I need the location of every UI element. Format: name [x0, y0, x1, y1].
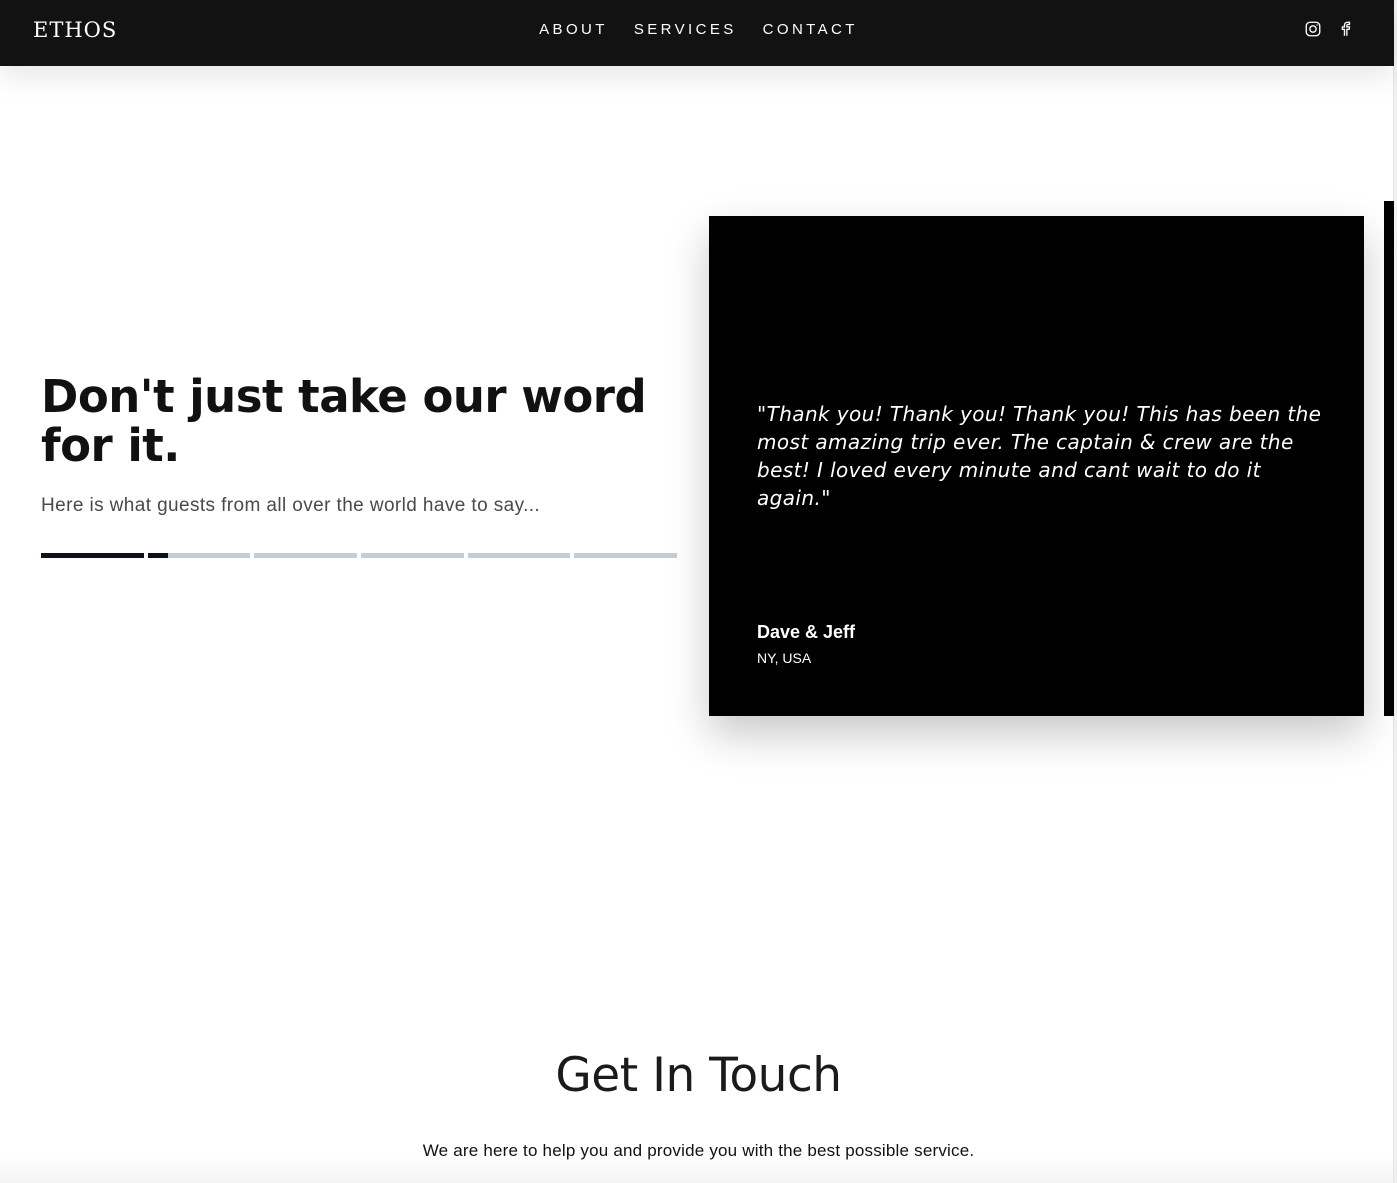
progress-segment[interactable]: [467, 553, 571, 558]
testimonial-author: Dave & Jeff: [757, 622, 856, 642]
top-navigation-bar: ETHOS ABOUT SERVICES CONTACT: [0, 0, 1394, 66]
testimonial-location: NY, USA: [757, 650, 812, 666]
next-testimonial-card-peek[interactable]: [1384, 201, 1394, 716]
progress-segment[interactable]: [41, 553, 144, 558]
testimonial-progress: [41, 553, 678, 558]
progress-segment[interactable]: [361, 553, 464, 558]
social-links: [1304, 20, 1354, 38]
testimonial-quote: "Thank you! Thank you! Thank you! This h…: [757, 402, 1322, 510]
progress-segment-fill: [147, 553, 169, 558]
nav-link-about[interactable]: ABOUT: [539, 20, 608, 40]
progress-segment[interactable]: [574, 553, 678, 558]
facebook-icon[interactable]: [1336, 20, 1354, 38]
testimonial-card: "Thank you! Thank you! Thank you! This h…: [709, 216, 1364, 716]
nav-link-services[interactable]: SERVICES: [634, 20, 737, 40]
progress-segment[interactable]: [254, 553, 358, 558]
progress-segment[interactable]: [147, 553, 251, 558]
testimonials-heading: Don't just take our word for it.: [41, 370, 647, 472]
testimonials-subheading: Here is what guests from all over the wo…: [41, 495, 541, 516]
nav-link-contact[interactable]: CONTACT: [763, 20, 858, 40]
main-nav: ABOUT SERVICES CONTACT: [0, 20, 1397, 40]
instagram-icon[interactable]: [1304, 20, 1322, 38]
progress-segment-fill: [41, 553, 144, 558]
contact-heading: Get In Touch: [555, 1048, 842, 1103]
bottom-fade: [0, 1157, 1397, 1183]
